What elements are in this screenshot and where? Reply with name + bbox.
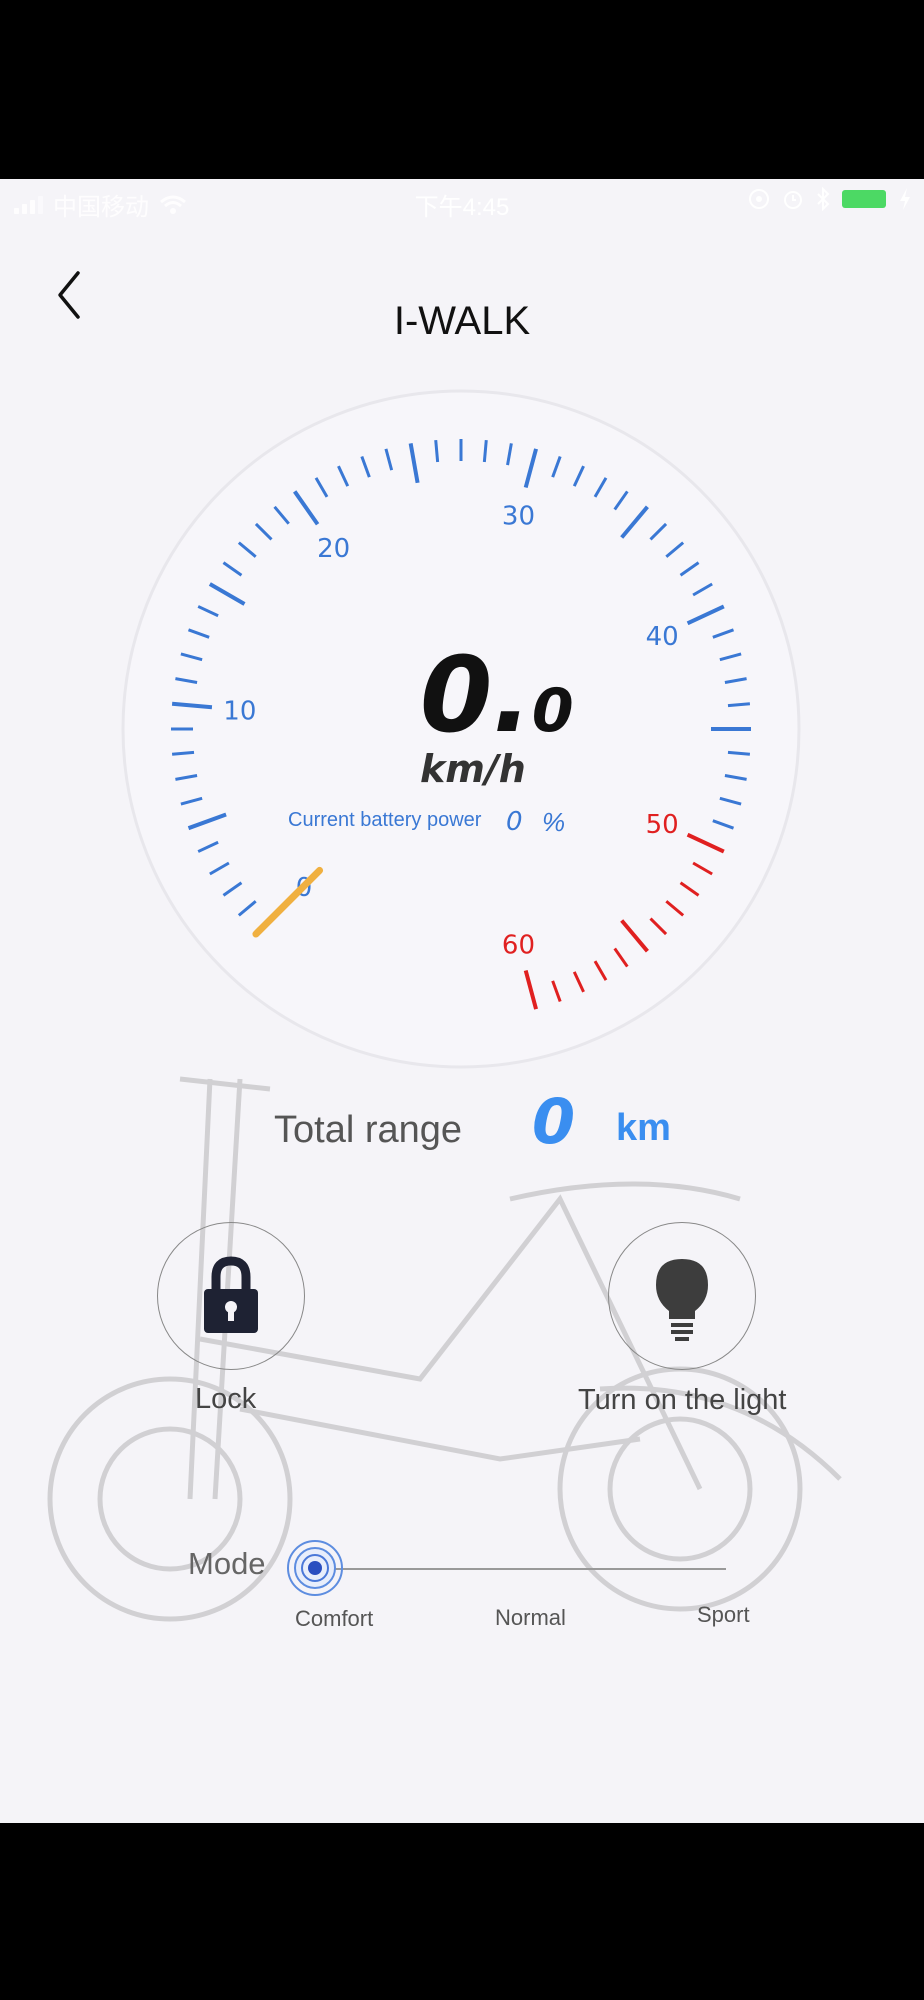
battery-icon [842, 190, 886, 208]
status-bar: 中国移动 下午4:45 [0, 179, 924, 223]
alarm-icon [784, 191, 802, 209]
lock-icon [204, 1256, 258, 1333]
bluetooth-icon [817, 187, 830, 211]
gauge-tick [727, 702, 751, 708]
gauge-tick [171, 750, 195, 756]
battery-value: 0 [506, 807, 523, 837]
speed-decimal: 0 [531, 676, 574, 746]
battery-percent-sign: % [542, 807, 566, 837]
lightbulb-icon [656, 1259, 708, 1341]
total-range-value: 0 [532, 1085, 576, 1158]
mode-label: Mode [188, 1546, 266, 1581]
total-range-unit: km [616, 1107, 671, 1149]
mode-slider-handle[interactable] [286, 1539, 344, 1597]
speed-readout: 0.0 [420, 634, 574, 756]
page-title: I-WALK [393, 299, 531, 343]
status-right [748, 187, 912, 211]
gauge-tick-label: 60 [502, 930, 535, 960]
total-range-label: Total range [274, 1109, 463, 1151]
mode-option-normal[interactable]: Normal [495, 1605, 566, 1631]
gauge-tick-label: 50 [646, 810, 679, 840]
light-button[interactable] [608, 1222, 756, 1370]
lock-button[interactable] [157, 1222, 305, 1370]
gauge-tick [482, 439, 488, 463]
speed-unit: km/h [420, 747, 526, 791]
charging-icon [900, 188, 910, 210]
gauge-tick-label: 20 [317, 534, 350, 564]
mode-option-sport[interactable]: Sport [697, 1602, 750, 1628]
gauge-tick-label: 10 [223, 697, 256, 727]
gauge-tick [727, 750, 751, 756]
gauge-tick [434, 439, 440, 463]
mode-option-comfort[interactable]: Comfort [295, 1606, 373, 1632]
gauge-tick-label: 30 [502, 502, 535, 532]
mode-slider-track[interactable] [314, 1568, 726, 1570]
location-icon [749, 189, 769, 209]
speed-integer: 0. [420, 634, 532, 756]
light-label: Turn on the light [578, 1384, 787, 1416]
gauge-tick-label: 40 [646, 622, 679, 652]
lock-label: Lock [195, 1383, 257, 1415]
battery-label: Current battery power [288, 809, 482, 831]
app-screen: 中国移动 下午4:45 I-WALK 10 20 30 40 50 60 0.0… [0, 179, 924, 1823]
